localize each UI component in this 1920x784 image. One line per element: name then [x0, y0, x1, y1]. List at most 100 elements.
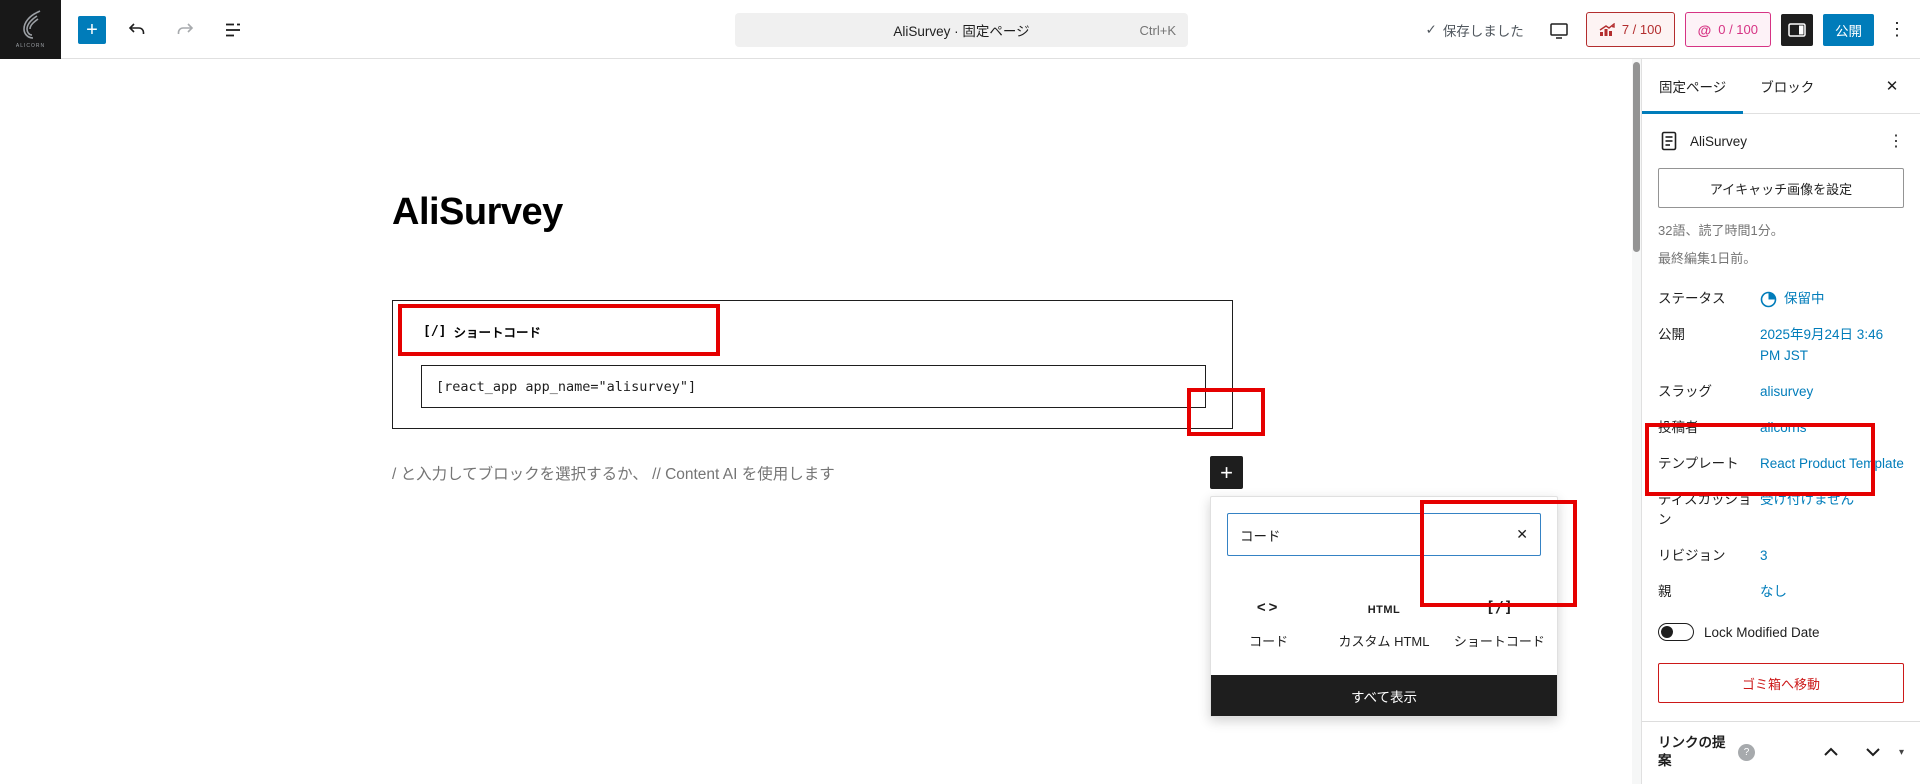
sidebar-panel-icon: [1787, 21, 1807, 39]
row-publish-date: 公開 2025年9月24日 3:46 PM JST: [1658, 325, 1904, 367]
row-template: テンプレート React Product Template: [1658, 454, 1904, 475]
page-title[interactable]: AliSurvey: [392, 191, 563, 234]
html-block-icon: HTML: [1368, 596, 1401, 616]
tab-block[interactable]: ブロック: [1743, 59, 1831, 113]
row-revisions: リビジョン 3: [1658, 546, 1904, 567]
content-ai-score-value: 0 / 100: [1718, 22, 1758, 37]
shortcode-block-label: ショートコード: [453, 322, 541, 341]
discussion-link[interactable]: 受け付けません: [1760, 490, 1904, 532]
row-author: 投稿者 alicorns: [1658, 418, 1904, 439]
document-title: AliSurvey · 固定ページ: [893, 20, 1029, 40]
shortcode-block[interactable]: [/] ショートコード [react_app app_name="alisurv…: [392, 300, 1233, 429]
list-view-icon: [222, 19, 244, 41]
sidebar-doc-title: AliSurvey: [1690, 134, 1747, 149]
desktop-preview-icon: [1547, 18, 1571, 42]
browse-all-blocks-button[interactable]: すべて表示: [1211, 675, 1557, 716]
block-search-value: コード: [1240, 525, 1281, 545]
link-suggestions-panel-header[interactable]: リンクの提案 ? ▾: [1658, 722, 1904, 780]
undo-button[interactable]: [120, 13, 154, 47]
status-value[interactable]: 保留中: [1760, 289, 1904, 310]
seo-score-value: 7 / 100: [1622, 22, 1662, 37]
editor-top-bar: ALICORN +: [0, 0, 1920, 59]
block-result-shortcode[interactable]: [/] ショートコード: [1442, 569, 1557, 677]
command-palette[interactable]: AliSurvey · 固定ページ Ctrl+K: [735, 13, 1188, 47]
panel-move-down-button[interactable]: [1863, 745, 1883, 759]
author-link[interactable]: alicorns: [1760, 418, 1904, 439]
revisions-link[interactable]: 3: [1760, 546, 1904, 567]
word-count-text: 32語、読了時間1分。: [1658, 220, 1904, 239]
block-search-input[interactable]: コード ✕: [1227, 513, 1541, 556]
chevron-down-icon: [1865, 747, 1881, 757]
content-ai-icon: @: [1698, 22, 1712, 38]
panel-move-up-button[interactable]: [1821, 745, 1841, 759]
publish-date-link[interactable]: 2025年9月24日 3:46 PM JST: [1760, 325, 1904, 367]
shortcode-text-input[interactable]: [react_app app_name="alisurvey"]: [421, 365, 1206, 408]
slug-link[interactable]: alisurvey: [1760, 382, 1904, 403]
redo-button[interactable]: [168, 13, 202, 47]
content-ai-score-badge[interactable]: @ 0 / 100: [1685, 12, 1771, 47]
block-result-code[interactable]: <> コード: [1211, 569, 1326, 677]
tab-page[interactable]: 固定ページ: [1642, 59, 1743, 113]
saved-status-label: 保存しました: [1443, 20, 1524, 40]
row-status: ステータス 保留中: [1658, 289, 1904, 310]
plus-icon: +: [86, 20, 98, 40]
page-settings-rows: ステータス 保留中 公開 2025年9月24日 3:46 PM JST スラッグ: [1658, 289, 1904, 603]
sidebar-body: AliSurvey ⋮ アイキャッチ画像を設定 32語、読了時間1分。 最終編集…: [1642, 114, 1920, 781]
close-sidebar-button[interactable]: ✕: [1872, 59, 1912, 113]
rank-math-seo-score-badge[interactable]: 7 / 100: [1586, 12, 1675, 47]
canvas-scrollbar-thumb[interactable]: [1633, 62, 1640, 252]
lock-modified-date-row: Lock Modified Date: [1658, 623, 1904, 641]
template-link[interactable]: React Product Template: [1760, 454, 1904, 475]
code-block-icon: <>: [1257, 596, 1281, 616]
block-appender-button[interactable]: +: [1210, 456, 1243, 489]
site-logo[interactable]: ALICORN: [0, 0, 61, 59]
toolbar-left-group: +: [78, 0, 250, 59]
lock-modified-date-toggle[interactable]: [1658, 623, 1694, 641]
page-actions-menu-button[interactable]: ⋮: [1888, 131, 1904, 151]
last-edited-text: 最終編集1日前。: [1658, 248, 1904, 267]
toolbar-right-group: ✓ 保存しました 7 / 100 @ 0 / 100: [1426, 0, 1911, 59]
options-menu-button[interactable]: ⋮: [1884, 19, 1910, 40]
saved-status: ✓ 保存しました: [1426, 20, 1524, 40]
help-icon: ?: [1738, 744, 1755, 761]
sidebar-tabs: 固定ページ ブロック ✕: [1642, 59, 1920, 114]
settings-sidebar-toggle-button[interactable]: [1781, 14, 1813, 46]
plus-icon: +: [1220, 462, 1233, 484]
pending-status-icon: [1760, 291, 1777, 308]
shortcode-icon: [/]: [423, 324, 446, 339]
publish-button[interactable]: 公開: [1823, 14, 1874, 46]
move-to-trash-button[interactable]: ゴミ箱へ移動: [1658, 663, 1904, 703]
row-parent: 親 なし: [1658, 582, 1904, 603]
close-icon: ✕: [1516, 526, 1528, 542]
check-icon: ✓: [1426, 22, 1437, 38]
settings-sidebar: 固定ページ ブロック ✕ AliSurvey ⋮ アイキャッチ画像を設定 32語…: [1641, 59, 1920, 784]
clear-search-button[interactable]: ✕: [1516, 526, 1528, 543]
block-result-custom-html[interactable]: HTML カスタム HTML: [1326, 569, 1441, 677]
shortcode-block-icon: [/]: [1486, 596, 1513, 616]
undo-icon: [126, 19, 148, 41]
shortcode-block-header: [/] ショートコード: [423, 322, 541, 341]
chevron-up-icon: [1823, 747, 1839, 757]
unicorn-logo-icon: [16, 10, 46, 42]
lock-modified-date-label: Lock Modified Date: [1704, 625, 1820, 640]
set-featured-image-button[interactable]: アイキャッチ画像を設定: [1658, 168, 1904, 208]
more-vertical-icon: ⋮: [1888, 19, 1906, 39]
block-results-list: <> コード HTML カスタム HTML [/] ショートコード: [1211, 569, 1557, 677]
close-icon: ✕: [1886, 78, 1899, 95]
link-suggestions-title: リンクの提案: [1658, 734, 1736, 770]
logo-caption: ALICORN: [16, 43, 45, 49]
page-document-icon: [1658, 130, 1680, 152]
document-overview-button[interactable]: [216, 13, 250, 47]
parent-link[interactable]: なし: [1760, 582, 1904, 603]
block-inserter-toggle-button[interactable]: +: [78, 16, 106, 44]
caret-down-icon: ▾: [1899, 747, 1904, 758]
preview-button[interactable]: [1542, 13, 1576, 47]
empty-paragraph-placeholder[interactable]: / と入力してブロックを選択するか、 // Content AI を使用します: [392, 462, 835, 484]
command-palette-shortcut: Ctrl+K: [1140, 23, 1176, 38]
row-slug: スラッグ alisurvey: [1658, 382, 1904, 403]
link-suggestions-controls: [1821, 745, 1883, 759]
quick-inserter-popup: コード ✕ <> コード HTML カスタム HTML [/] ショートコード …: [1210, 496, 1558, 717]
editor-canvas: AliSurvey [/] ショートコード [react_app app_nam…: [0, 59, 1632, 784]
redo-icon: [174, 19, 196, 41]
canvas-scrollbar[interactable]: [1632, 59, 1641, 784]
